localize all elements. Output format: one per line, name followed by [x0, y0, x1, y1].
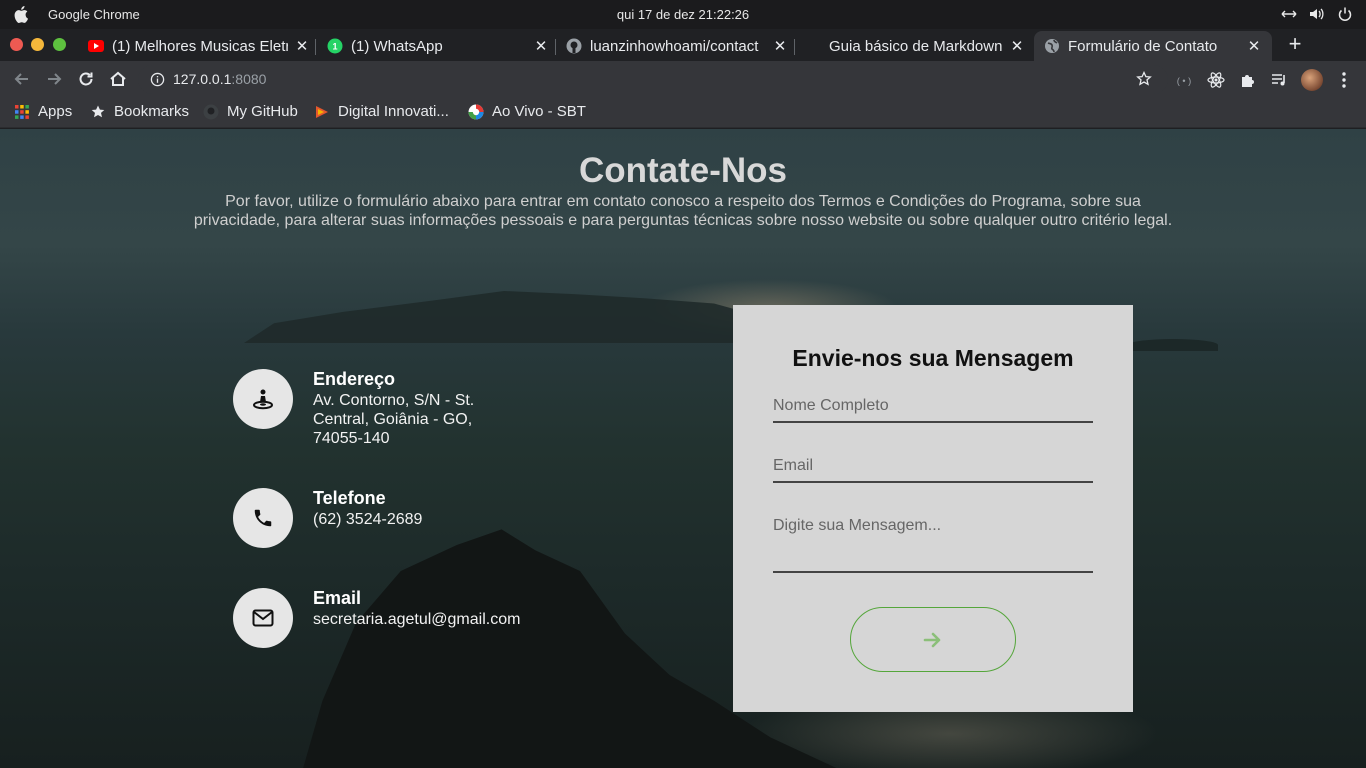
email-input[interactable]	[773, 457, 1093, 483]
bookmark-label: My GitHub	[227, 103, 298, 120]
network-icon[interactable]	[1280, 6, 1298, 22]
arrow-right-icon	[923, 632, 941, 647]
address-info: Endereço Av. Contorno, S/N - St. Central…	[233, 369, 553, 449]
bookmark-my-github[interactable]: My GitHub	[203, 103, 298, 120]
reload-icon[interactable]	[76, 69, 96, 89]
tab-title: (1) Melhores Musicas Eletr	[112, 37, 288, 55]
profile-avatar[interactable]	[1301, 69, 1323, 91]
bookmark-star-icon[interactable]	[1136, 71, 1152, 87]
site-info-icon[interactable]	[150, 72, 165, 87]
location-pin-icon	[233, 369, 293, 429]
dio-icon	[314, 104, 330, 120]
tab-title: luanzinhowhoami/contact	[590, 37, 759, 55]
page-viewport: Contate-Nos Por favor, utilize o formulá…	[0, 129, 1366, 768]
window-close-button[interactable]	[10, 38, 23, 51]
bookmark-label: Digital Innovati...	[338, 103, 449, 120]
tab-title: Formulário de Contato	[1068, 37, 1218, 55]
media-queue-icon[interactable]	[1270, 71, 1288, 89]
youtube-icon	[88, 38, 104, 54]
browser-toolbar: 127.0.0.1:8080 (•)	[0, 61, 1366, 98]
bookmark-label: Bookmarks	[114, 103, 190, 120]
email-info: Email secretaria.agetul@gmail.com	[233, 588, 553, 648]
system-tray	[1280, 6, 1354, 22]
tab-close-icon[interactable]: ✕	[772, 37, 788, 55]
page-title: Contate-Nos	[578, 151, 788, 190]
phone-icon	[233, 488, 293, 548]
url-host: 127.0.0.1	[173, 71, 232, 87]
star-icon	[90, 104, 106, 120]
bookmark-apps[interactable]: Apps	[14, 103, 72, 120]
tab-separator	[794, 39, 795, 55]
sbt-icon	[468, 104, 484, 120]
phone-label: Telefone	[313, 488, 386, 508]
tab-contact-form[interactable]: Formulário de Contato ✕	[1034, 31, 1272, 61]
tab-separator	[555, 39, 556, 55]
email-label: Email	[313, 588, 362, 608]
github-icon	[566, 38, 582, 54]
address-value: Av. Contorno, S/N - St. Central, Goiânia…	[313, 392, 475, 447]
message-textarea[interactable]	[773, 517, 1093, 573]
tab-youtube[interactable]: (1) Melhores Musicas Eletr ✕	[88, 31, 310, 61]
email-value[interactable]: secretaria.agetul@gmail.com	[313, 610, 553, 629]
bookmark-bookmarks[interactable]: Bookmarks	[90, 103, 189, 120]
globe-icon	[1044, 38, 1060, 54]
full-name-input[interactable]	[773, 397, 1093, 423]
tab-separator	[315, 39, 316, 55]
os-top-bar: Google Chrome qui 17 de dez 21:22:26	[0, 0, 1366, 29]
phone-info: Telefone (62) 3524-2689	[233, 488, 553, 548]
form-title: Envie-nos sua Mensagem	[792, 345, 1074, 371]
tab-close-icon[interactable]: ✕	[533, 37, 549, 55]
tab-markdown[interactable]: Guia básico de Markdown ✕	[829, 31, 1025, 61]
bookmark-label: Apps	[38, 103, 73, 120]
back-arrow-icon[interactable]	[12, 69, 32, 89]
phone-value: (62) 3524-2689	[313, 511, 423, 528]
extension-radio-icon[interactable]: (•)	[1175, 71, 1193, 89]
tab-title: (1) WhatsApp	[351, 37, 443, 55]
tab-github[interactable]: luanzinhowhoami/contact ✕	[566, 31, 788, 61]
whatsapp-icon: 1	[327, 38, 343, 54]
contact-form: Envie-nos sua Mensagem	[733, 305, 1133, 712]
more-options-icon[interactable]	[1336, 70, 1352, 90]
tab-title: Guia básico de Markdown	[829, 37, 1003, 55]
envelope-icon	[233, 588, 293, 648]
apps-grid-icon	[14, 104, 30, 120]
bookmark-label: Ao Vivo - SBT	[492, 103, 586, 120]
background-islet	[1128, 339, 1218, 351]
svg-text:1: 1	[332, 42, 337, 52]
address-bar[interactable]: 127.0.0.1:8080	[138, 65, 1168, 94]
tab-whatsapp[interactable]: 1 (1) WhatsApp ✕	[327, 31, 549, 61]
power-icon[interactable]	[1336, 6, 1354, 22]
new-tab-button[interactable]: +	[1284, 33, 1306, 55]
svg-text:(•): (•)	[1176, 77, 1192, 87]
url-port: :8080	[231, 71, 267, 87]
bookmarks-bar: Apps Bookmarks My GitHub Digital Innovat…	[0, 98, 1366, 128]
forward-arrow-icon[interactable]	[44, 69, 64, 89]
github-icon	[203, 104, 219, 120]
react-devtools-icon[interactable]	[1207, 71, 1225, 89]
tab-close-icon[interactable]: ✕	[1246, 37, 1262, 55]
window-minimize-button[interactable]	[31, 38, 44, 51]
url-text[interactable]: 127.0.0.1:8080	[173, 71, 266, 87]
window-maximize-button[interactable]	[53, 38, 66, 51]
system-clock[interactable]: qui 17 de dez 21:22:26	[0, 7, 1366, 22]
bookmark-digital-innovation[interactable]: Digital Innovati...	[314, 103, 449, 120]
page-subtitle: Por favor, utilize o formulário abaixo p…	[193, 193, 1173, 229]
volume-icon[interactable]	[1308, 6, 1326, 22]
bookmark-sbt[interactable]: Ao Vivo - SBT	[468, 103, 586, 120]
tab-strip: (1) Melhores Musicas Eletr ✕ 1 (1) Whats…	[0, 29, 1366, 61]
tab-close-icon[interactable]: ✕	[1009, 37, 1025, 55]
address-label: Endereço	[313, 369, 396, 389]
send-button[interactable]	[850, 607, 1016, 672]
home-icon[interactable]	[108, 69, 128, 89]
tab-close-icon[interactable]: ✕	[294, 37, 310, 55]
extensions-puzzle-icon[interactable]	[1239, 71, 1257, 89]
